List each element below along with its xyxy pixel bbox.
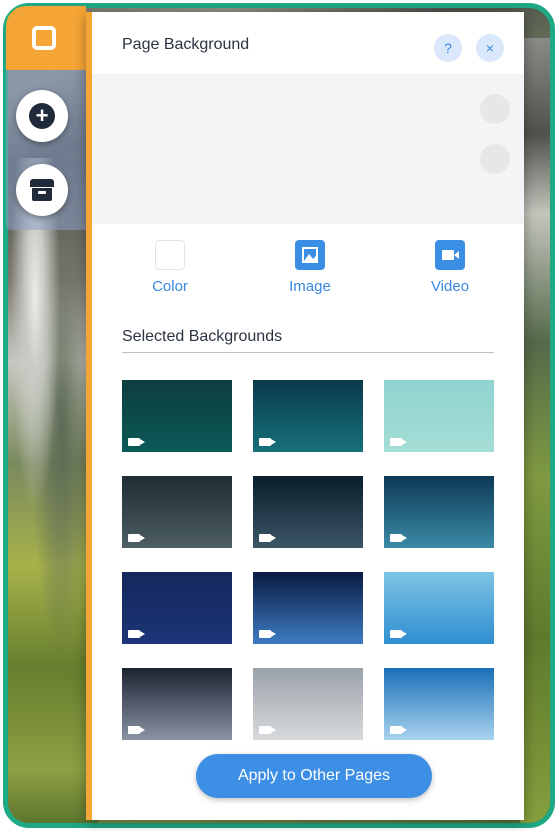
video-badge-icon bbox=[128, 726, 145, 734]
video-badge-icon bbox=[259, 726, 276, 734]
backgrounds-grid bbox=[122, 380, 496, 760]
background-thumbnail[interactable] bbox=[253, 572, 363, 644]
page-square-icon bbox=[32, 26, 56, 50]
background-thumbnail[interactable] bbox=[122, 380, 232, 452]
background-thumbnail[interactable] bbox=[253, 668, 363, 740]
image-icon bbox=[295, 240, 325, 270]
plus-icon: + bbox=[29, 103, 55, 129]
video-badge-icon bbox=[259, 630, 276, 638]
section-title: Selected Backgrounds bbox=[122, 328, 283, 345]
apply-to-other-pages-button[interactable]: Apply to Other Pages bbox=[196, 754, 432, 798]
type-image[interactable]: Image bbox=[270, 240, 350, 295]
background-thumbnail[interactable] bbox=[384, 380, 494, 452]
background-thumbnail[interactable] bbox=[122, 668, 232, 740]
background-type-selector: Color Image Video bbox=[92, 234, 524, 304]
video-badge-icon bbox=[390, 534, 407, 542]
video-camera-icon bbox=[435, 240, 465, 270]
adjust-icon[interactable] bbox=[480, 144, 510, 174]
page-background-panel: Page Background ? × Color Image Video Se… bbox=[86, 12, 524, 820]
background-mountain-right bbox=[520, 38, 550, 823]
panel-title: Page Background bbox=[122, 36, 250, 53]
video-badge-icon bbox=[390, 630, 407, 638]
help-button[interactable]: ? bbox=[434, 34, 462, 62]
left-rail: + bbox=[6, 6, 88, 826]
type-color-label: Color bbox=[152, 278, 188, 295]
video-badge-icon bbox=[390, 726, 407, 734]
background-preview bbox=[92, 74, 524, 224]
background-thumbnail[interactable] bbox=[253, 380, 363, 452]
background-thumbnail[interactable] bbox=[384, 572, 494, 644]
type-video[interactable]: Video bbox=[410, 240, 490, 295]
background-thumbnail[interactable] bbox=[122, 572, 232, 644]
background-thumbnail[interactable] bbox=[253, 476, 363, 548]
section-divider bbox=[122, 352, 494, 353]
video-badge-icon bbox=[390, 438, 407, 446]
video-badge-icon bbox=[259, 534, 276, 542]
settings-icon[interactable] bbox=[480, 94, 510, 124]
background-thumbnail[interactable] bbox=[384, 476, 494, 548]
video-badge-icon bbox=[128, 630, 145, 638]
panel-header: Page Background ? × bbox=[92, 12, 524, 74]
close-button[interactable]: × bbox=[476, 34, 504, 62]
type-video-label: Video bbox=[430, 278, 470, 295]
video-badge-icon bbox=[128, 438, 145, 446]
type-color[interactable]: Color bbox=[130, 240, 210, 295]
store-icon bbox=[30, 179, 54, 201]
background-thumbnail[interactable] bbox=[384, 668, 494, 740]
video-badge-icon bbox=[259, 438, 276, 446]
color-swatch-icon bbox=[155, 240, 185, 270]
background-thumbnail[interactable] bbox=[122, 476, 232, 548]
video-badge-icon bbox=[128, 534, 145, 542]
add-button[interactable]: + bbox=[16, 90, 68, 142]
page-tab[interactable] bbox=[6, 6, 86, 70]
store-button[interactable] bbox=[16, 164, 68, 216]
type-image-label: Image bbox=[289, 278, 331, 295]
